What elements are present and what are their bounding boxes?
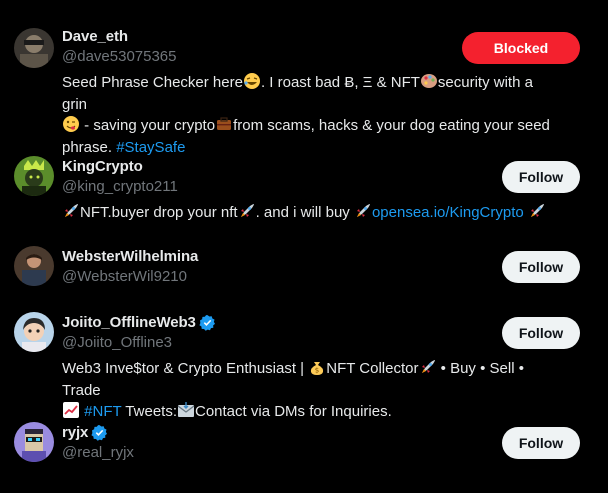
avatar-ryjx[interactable] <box>14 422 54 462</box>
follow-button[interactable]: Follow <box>502 317 580 349</box>
user-name[interactable]: WebsterWilhelmina <box>62 248 198 265</box>
user-bio: NFT.buyer drop your nft. and i will buy … <box>62 202 562 224</box>
user-row-joiito[interactable]: Joiito_OfflineWeb3 @Joiito_Offline3 Web3… <box>0 302 608 420</box>
user-name[interactable]: KingCrypto <box>62 158 143 175</box>
verified-badge-icon <box>91 424 108 441</box>
user-row-ryjx[interactable]: ryjx @real_ryjx Follow <box>0 412 608 474</box>
user-name[interactable]: Dave_eth <box>62 28 128 45</box>
user-name[interactable]: ryjx <box>62 424 88 441</box>
blocked-button[interactable]: Blocked <box>462 32 580 64</box>
user-row-kingcrypto[interactable]: KingCrypto @king_crypto211 NFT.buyer dro… <box>0 146 608 228</box>
user-row-webster[interactable]: WebsterWilhelmina @WebsterWil9210 Follow <box>0 236 608 298</box>
rocket-icon <box>419 358 437 380</box>
follow-button[interactable]: Follow <box>502 251 580 283</box>
svg-text:$: $ <box>315 367 319 375</box>
follow-button[interactable]: Follow <box>502 427 580 459</box>
avatar-dave[interactable] <box>14 28 54 68</box>
profile-link[interactable]: opensea.io/KingCrypto <box>372 204 524 221</box>
avatar-webster[interactable] <box>14 246 54 286</box>
money-bag-icon: $ <box>308 358 326 380</box>
follow-button[interactable]: Follow <box>502 161 580 193</box>
avatar-kingcrypto[interactable] <box>14 156 54 196</box>
artist-palette-icon <box>420 72 438 94</box>
rocket-icon <box>238 202 256 224</box>
verified-badge-icon <box>199 314 216 331</box>
laughing-emoji-icon <box>243 72 261 94</box>
briefcase-icon <box>215 115 233 137</box>
rocket-icon <box>62 202 80 224</box>
winking-face-icon <box>62 115 80 137</box>
rocket-icon <box>354 202 372 224</box>
user-row-dave[interactable]: Dave_eth @dave53075365 Seed Phrase Check… <box>0 18 608 156</box>
avatar-joiito[interactable] <box>14 312 54 352</box>
user-name[interactable]: Joiito_OfflineWeb3 <box>62 314 196 331</box>
rocket-icon <box>528 202 546 224</box>
